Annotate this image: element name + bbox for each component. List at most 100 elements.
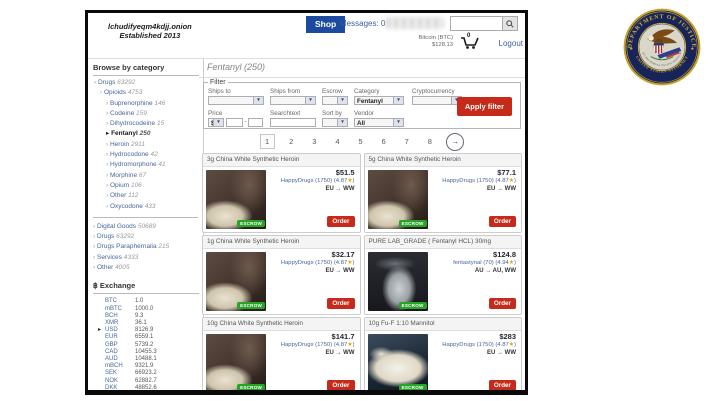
searchtext-input[interactable] (270, 118, 316, 127)
listing-card[interactable]: 5g China White Synthetic Heroin ESCROW $… (364, 153, 523, 233)
sidebar-item-buprenorphine[interactable]: Buprenorphine 146 (93, 99, 203, 109)
filter-escrow: Escrow (322, 88, 348, 105)
ships-from-select[interactable] (270, 96, 316, 105)
listing-card[interactable]: 3g China White Synthetic Heroin ESCROW $… (202, 153, 361, 233)
escrow-select[interactable] (322, 96, 348, 105)
sort-by-select[interactable] (322, 118, 348, 127)
sidebar-item-heroin[interactable]: Heroin 2911 (93, 140, 203, 150)
established-text: Established 2013 (108, 31, 192, 40)
ships-to-select[interactable] (208, 96, 264, 105)
listing-title[interactable]: 5g China White Synthetic Heroin (365, 154, 522, 167)
exchange-row-usd-selected: USD8126.9 (93, 327, 203, 334)
site-brand: lchudifyeqm4kdjj.onion Established 2013 (108, 22, 192, 40)
exchange-row: NOK62882.7 (93, 378, 203, 385)
sidebar-item-codeine[interactable]: Codeine 159 (93, 109, 203, 119)
sidebar-item-dihydrocodeine[interactable]: Dihydrocodeine 15 (93, 119, 203, 129)
page-6[interactable]: 6 (377, 135, 390, 148)
vendor-link[interactable]: HappyDrugs (1750) (4.87★) (442, 341, 516, 349)
sidebar-item-services[interactable]: Services 4333 (93, 253, 203, 263)
seal-star-left: ★ (629, 46, 633, 51)
order-button[interactable]: Order (327, 216, 354, 227)
search-box (450, 16, 518, 31)
listing-card[interactable]: 1g China White Synthetic Heroin ESCROW $… (202, 235, 361, 315)
sidebar-item-drugs-group[interactable]: Drugs 63292 (93, 232, 203, 242)
exchange-row: EUR6559.1 (93, 334, 203, 341)
search-input[interactable] (451, 17, 505, 28)
listing-card[interactable]: 10g Fu-F 1:10 Mannitol ESCROW $283 Happy… (364, 317, 523, 390)
logout-link[interactable]: Logout (499, 39, 523, 48)
listing-price: $51.5 (281, 169, 355, 177)
listing-title[interactable]: 10g Fu-F 1:10 Mannitol (365, 318, 522, 331)
listing-title[interactable]: 10g China White Synthetic Heroin (203, 318, 360, 331)
listing-card[interactable]: PURE LAB_GRADE ( Fentanyl HCL) 30mg ESCR… (364, 235, 523, 315)
page-4[interactable]: 4 (331, 135, 344, 148)
listing-title[interactable]: PURE LAB_GRADE ( Fentanyl HCL) 30mg (365, 236, 522, 249)
sidebar-item-other-opioid[interactable]: Other 112 (93, 191, 203, 201)
exchange-title: ฿ Exchange (93, 281, 199, 294)
order-button[interactable]: Order (489, 380, 516, 390)
filter-sort-by: Sort by (322, 110, 348, 127)
listing-title[interactable]: 3g China White Synthetic Heroin (203, 154, 360, 167)
main-content: Fentanyl (250) Filter Ships to Ships fro… (199, 59, 525, 390)
shipping-route: EU → WW (281, 267, 355, 275)
vendor-link[interactable]: HappyDrugs (1750) (4.87★) (281, 177, 355, 185)
shipping-route: EU → WW (281, 185, 355, 193)
page-2[interactable]: 2 (285, 135, 298, 148)
order-button[interactable]: Order (489, 216, 516, 227)
price-min-input[interactable] (226, 118, 243, 127)
price-max-input[interactable] (248, 118, 263, 127)
exchange-row: AUD10488.1 (93, 356, 203, 363)
listing-price: $283 (442, 333, 516, 341)
sidebar-item-opioids[interactable]: Opioids 4753 (93, 88, 203, 98)
page-8[interactable]: 8 (423, 135, 436, 148)
sidebar-item-digital-goods[interactable]: Digital Goods 50689 (93, 222, 203, 232)
filter-panel: Filter Ships to Ships from Escrow Catego… (203, 79, 521, 129)
apply-filter-button[interactable]: Apply filter (457, 97, 512, 116)
sidebar-item-hydrocodone[interactable]: Hydrocodone 42 (93, 150, 203, 160)
sidebar-item-oxycodone[interactable]: Oxycodone 433 (93, 202, 203, 212)
listing-photo: ESCROW (368, 170, 428, 229)
sidebar-item-paraphernalia[interactable]: Drugs Paraphernalia 215 (93, 242, 203, 252)
marketplace-screenshot: lchudifyeqm4kdjj.onion Established 2013 … (85, 10, 528, 395)
onion-address: lchudifyeqm4kdjj.onion (108, 22, 192, 31)
filter-cryptocurrency: Cryptocurrency (412, 88, 462, 105)
filter-ships-to: Ships to (208, 88, 264, 105)
vendor-link[interactable]: HappyDrugs (1750) (4.87★) (281, 341, 355, 349)
vendor-link[interactable]: fentastynal (70) (4.94★) (453, 259, 516, 267)
sidebar-item-fentanyl[interactable]: Fentanyl 250 (93, 129, 203, 139)
listing-grid: 3g China White Synthetic Heroin ESCROW $… (202, 153, 522, 390)
sidebar: Browse by category Drugs 63292 Opioids 4… (88, 59, 204, 390)
redacted-text (386, 17, 444, 29)
sidebar-item-other-group[interactable]: Other 4005 (93, 263, 203, 273)
page-7[interactable]: 7 (400, 135, 413, 148)
shipping-route: EU → WW (442, 349, 516, 357)
page-3[interactable]: 3 (308, 135, 321, 148)
sidebar-item-morphine[interactable]: Morphine 67 (93, 171, 203, 181)
page-5[interactable]: 5 (354, 135, 367, 148)
category-select[interactable]: Fentanyl (354, 96, 404, 105)
order-button[interactable]: Order (489, 298, 516, 309)
search-icon (506, 20, 514, 28)
messages-link[interactable]: Messages: 0 (340, 19, 385, 28)
sidebar-item-hydromorphone[interactable]: Hydromorphone 41 (93, 160, 203, 170)
order-button[interactable]: Order (327, 298, 354, 309)
vendor-link[interactable]: HappyDrugs (1750) (4.87★) (442, 177, 516, 185)
listing-photo: ESCROW (368, 252, 428, 311)
page-1[interactable]: 1 (260, 134, 275, 149)
next-page-arrow[interactable]: → (446, 133, 464, 151)
sidebar-item-opium[interactable]: Opium 106 (93, 181, 203, 191)
vendor-select[interactable]: All (354, 118, 404, 127)
cryptocurrency-select[interactable] (412, 96, 462, 105)
sidebar-item-drugs[interactable]: Drugs 63292 (93, 78, 203, 88)
filter-legend: Filter (208, 79, 228, 86)
search-button[interactable] (502, 17, 517, 30)
escrow-badge: ESCROW (237, 384, 265, 390)
cart-button[interactable]: 0 (459, 34, 481, 50)
listing-card[interactable]: 10g China White Synthetic Heroin ESCROW … (202, 317, 361, 390)
listing-photo: ESCROW (206, 252, 266, 311)
order-button[interactable]: Order (327, 380, 354, 390)
exchange-row: mBTC1000.0 (93, 306, 203, 313)
price-currency-select[interactable]: $ (208, 118, 224, 127)
vendor-link[interactable]: HappyDrugs (1750) (4.87★) (281, 259, 355, 267)
listing-title[interactable]: 1g China White Synthetic Heroin (203, 236, 360, 249)
